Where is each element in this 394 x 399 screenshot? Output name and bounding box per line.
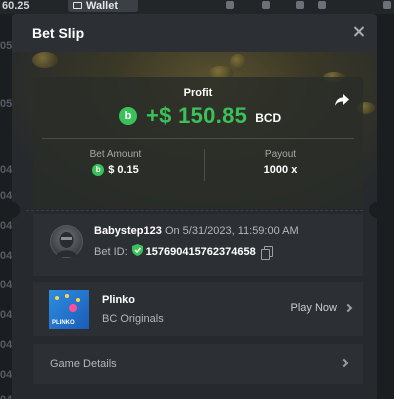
thumb-peg bbox=[55, 296, 59, 300]
notification-icon[interactable] bbox=[262, 1, 270, 9]
more-icon[interactable] bbox=[383, 1, 391, 9]
card-divider bbox=[42, 138, 354, 139]
game-provider: BC Originals bbox=[102, 313, 164, 325]
play-now-link[interactable]: Play Now bbox=[290, 302, 353, 314]
decor-coin bbox=[230, 54, 246, 70]
bet-id-value: 157690415762374658 bbox=[145, 245, 256, 258]
bet-timestamp: On 5/31/2023, 11:59:00 AM bbox=[164, 225, 299, 237]
background-scroll-area bbox=[377, 14, 394, 399]
chevron-right-icon bbox=[343, 303, 353, 313]
game-name: Plinko bbox=[102, 294, 136, 306]
bet-amount-value: $ 0.15 bbox=[108, 164, 139, 176]
wallet-label: Wallet bbox=[86, 0, 118, 12]
share-icon[interactable] bbox=[333, 91, 351, 109]
ticket-perforation bbox=[26, 210, 363, 211]
wallet-button[interactable]: Wallet bbox=[68, 0, 138, 12]
background-list: 050 050 044 044 044 044 044 044 044 044 … bbox=[0, 14, 18, 399]
bet-slip-modal: Bet Slip Profit +$ 150.85 BCD Bet Amount… bbox=[12, 14, 377, 399]
bettor-info: Babystep123 On 5/31/2023, 11:59:00 AM Be… bbox=[33, 214, 363, 276]
thumb-peg bbox=[65, 294, 69, 298]
avatar[interactable] bbox=[50, 225, 83, 258]
user-icon[interactable] bbox=[296, 1, 304, 9]
chat-icon[interactable] bbox=[318, 1, 326, 9]
bet-id-row: Bet ID: 157690415762374658 bbox=[94, 244, 273, 260]
game-details-label: Game Details bbox=[50, 358, 117, 370]
thumb-text: PLINKO bbox=[52, 320, 75, 326]
modal-header: Bet Slip bbox=[12, 14, 377, 52]
bet-amount-stat: Bet Amount $ 0.15 bbox=[33, 149, 198, 176]
bet-amount-value-row: $ 0.15 bbox=[33, 164, 198, 176]
modal-title: Bet Slip bbox=[32, 25, 85, 41]
payout-value: 1000 x bbox=[263, 164, 298, 176]
thumb-peg bbox=[76, 298, 80, 302]
bcd-coin-icon bbox=[92, 164, 105, 176]
profit-value: +$ 150.85 bbox=[146, 103, 248, 128]
shield-check-icon bbox=[131, 244, 143, 259]
username-line: Babystep123 On 5/31/2023, 11:59:00 AM bbox=[94, 225, 299, 237]
play-now-label: Play Now bbox=[290, 302, 337, 314]
game-details-row[interactable]: Game Details bbox=[33, 344, 363, 384]
menu-icon[interactable] bbox=[226, 1, 234, 9]
chevron-right-icon bbox=[339, 358, 349, 368]
bet-amount-label: Bet Amount bbox=[89, 149, 142, 160]
bet-id-label: Bet ID: bbox=[94, 245, 128, 258]
close-icon[interactable] bbox=[349, 22, 369, 42]
payout-label: Payout bbox=[264, 149, 297, 160]
profit-card: Profit +$ 150.85 BCD Bet Amount $ 0.15 P… bbox=[33, 77, 363, 208]
ticket-notch-right bbox=[369, 202, 377, 218]
game-thumbnail: PLINKO bbox=[49, 290, 89, 329]
decor-coin bbox=[32, 52, 58, 68]
thumb-ball bbox=[69, 304, 77, 312]
profit-label: Profit bbox=[183, 87, 213, 99]
profit-currency: BCD bbox=[255, 110, 282, 125]
payout-stat: Payout 1000 x bbox=[198, 149, 363, 176]
balance-fragment: 60.25 bbox=[2, 0, 30, 12]
app-top-bar: 60.25 Wallet bbox=[0, 0, 394, 14]
wallet-icon bbox=[73, 2, 82, 9]
profit-row: +$ 150.85 BCD bbox=[119, 103, 281, 129]
bcd-coin-icon bbox=[119, 107, 137, 125]
game-row[interactable]: PLINKO Plinko BC Originals Play Now bbox=[33, 282, 363, 336]
copy-icon[interactable] bbox=[260, 245, 273, 260]
username[interactable]: Babystep123 bbox=[94, 225, 162, 237]
